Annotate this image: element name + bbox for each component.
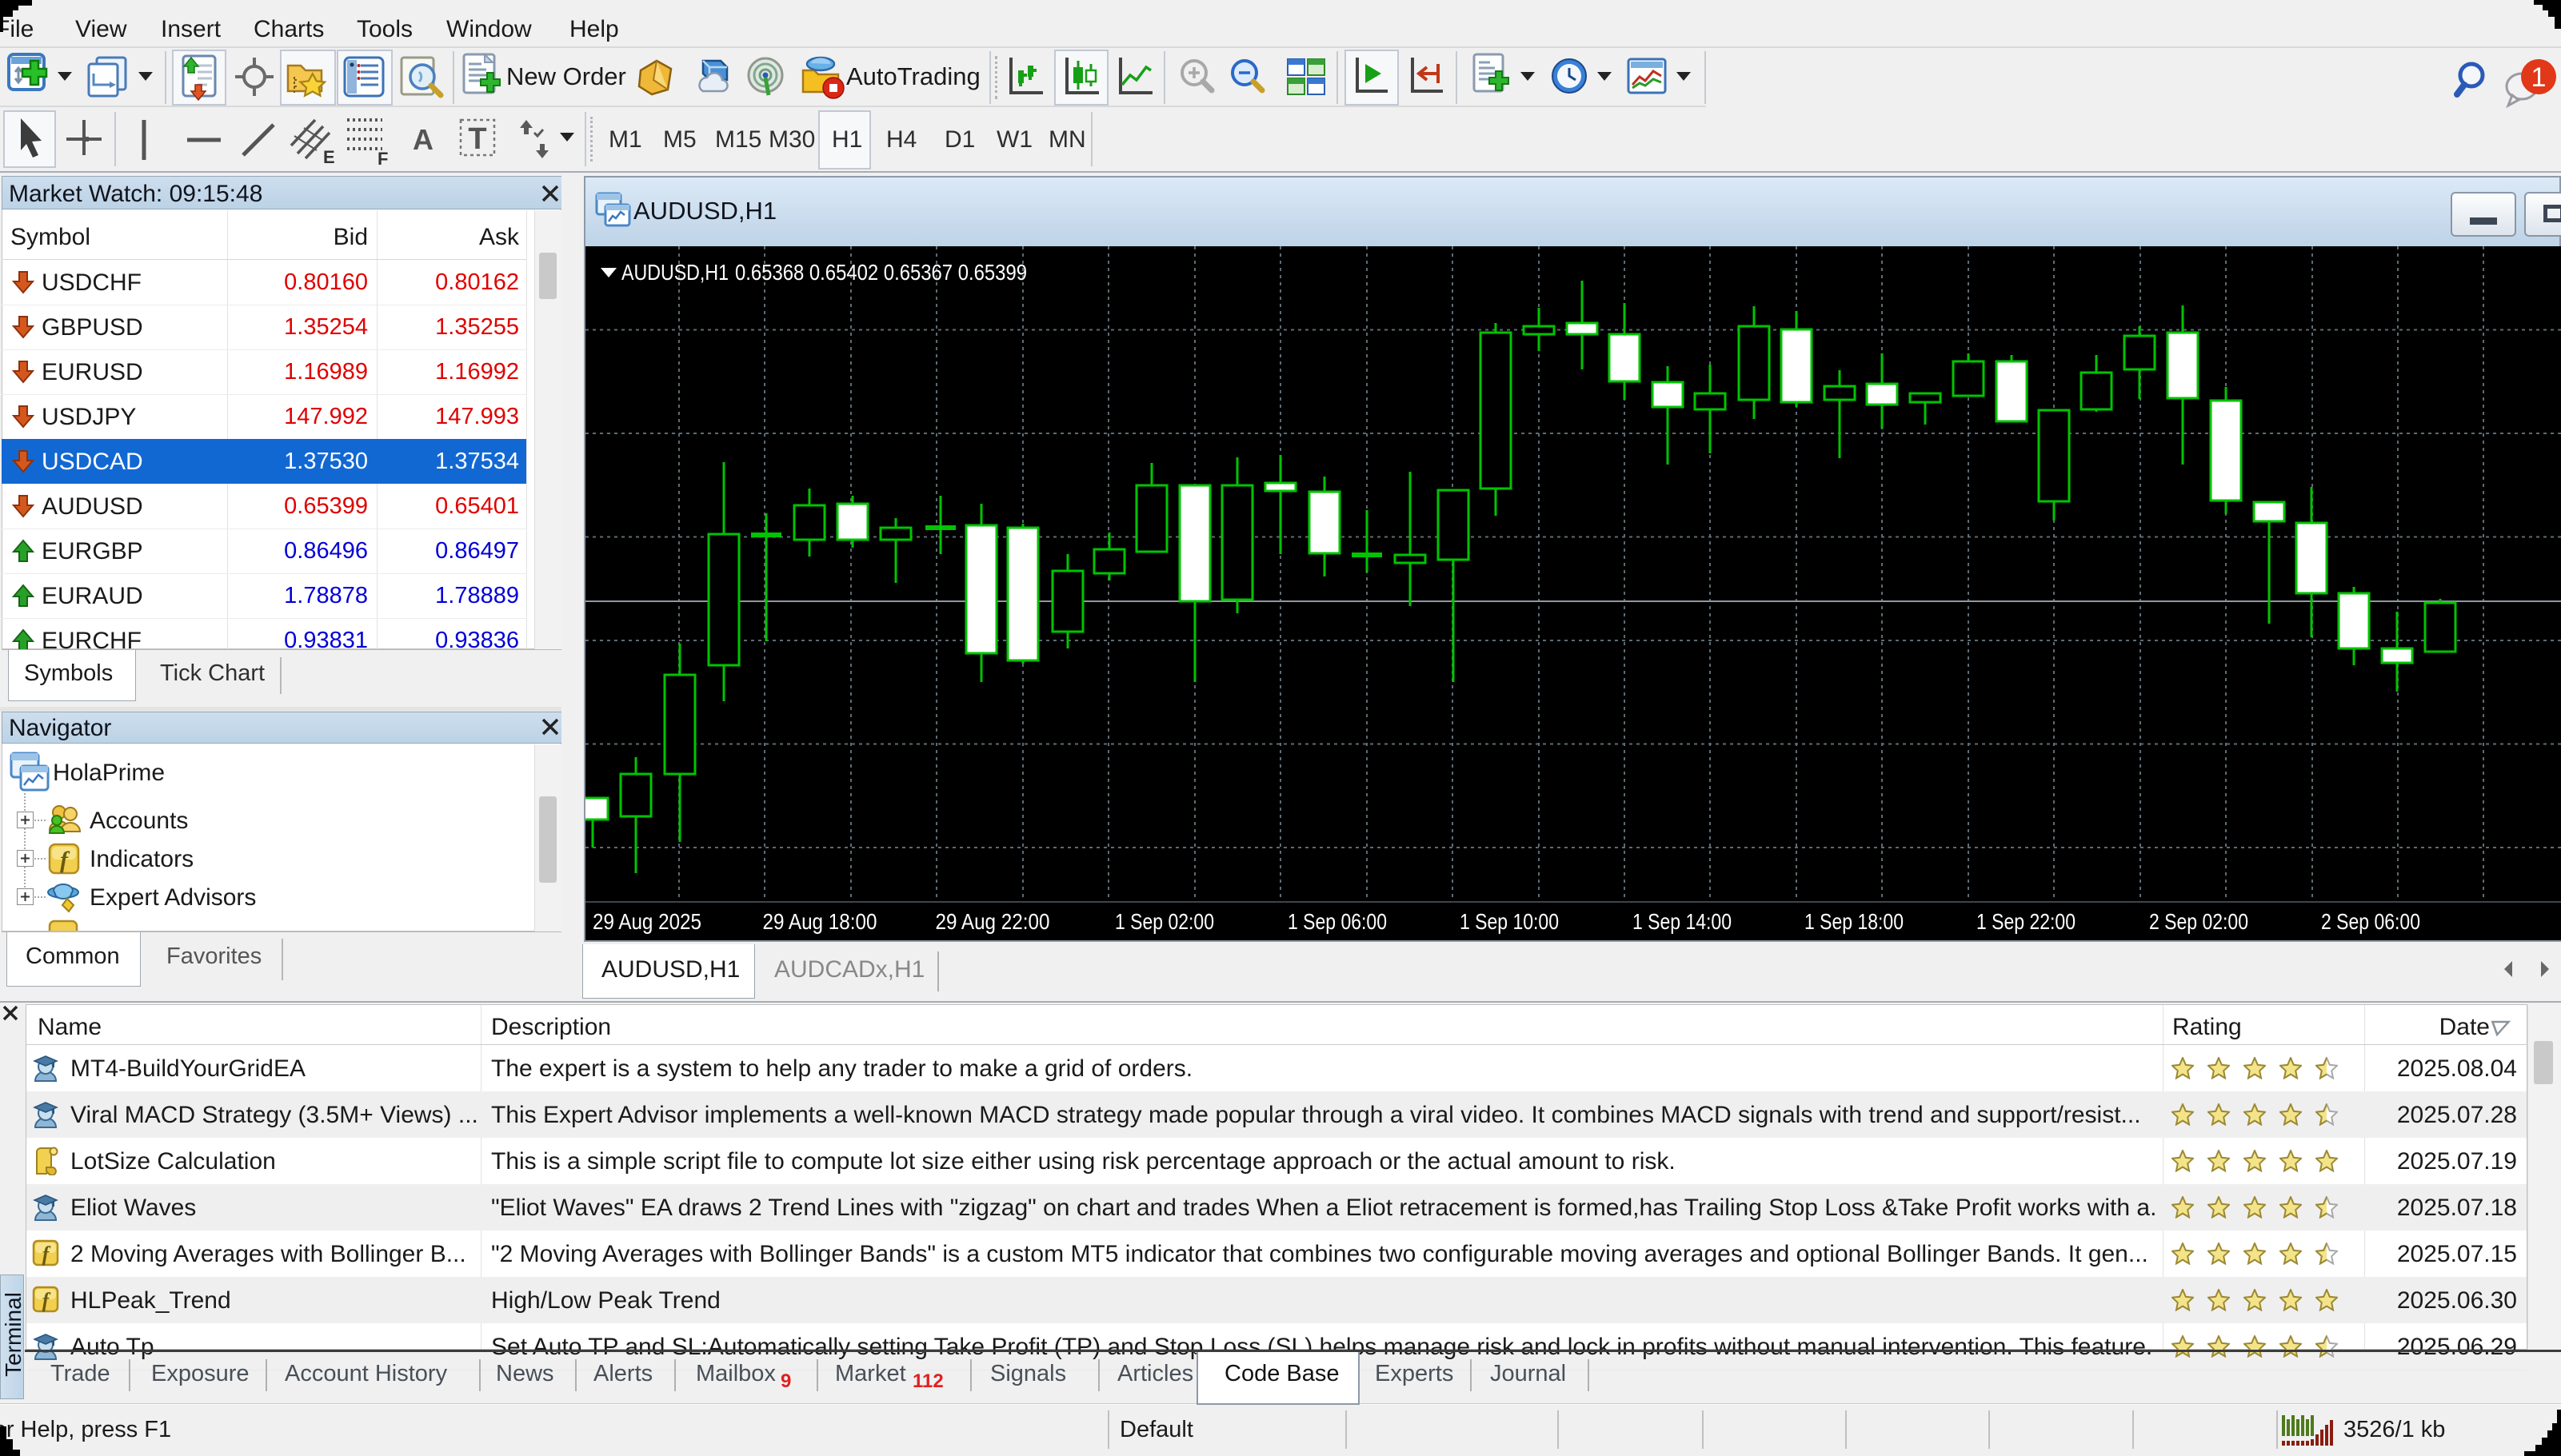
svg-text:1 Sep 10:00: 1 Sep 10:00 <box>1460 909 1559 934</box>
svg-text:2 Sep 02:00: 2 Sep 02:00 <box>2149 909 2248 934</box>
svg-text:1: 1 <box>2531 62 2547 93</box>
svg-text:2 Sep 06:00: 2 Sep 06:00 <box>2321 909 2420 934</box>
svg-text:AUDUSD,H1: AUDUSD,H1 <box>621 260 729 285</box>
svg-text:29 Aug 18:00: 29 Aug 18:00 <box>763 909 877 934</box>
svg-text:29 Aug 2025: 29 Aug 2025 <box>593 909 701 934</box>
svg-text:F: F <box>378 149 388 166</box>
svg-text:1 Sep 06:00: 1 Sep 06:00 <box>1288 909 1387 934</box>
svg-text:1 Sep 22:00: 1 Sep 22:00 <box>1976 909 2076 934</box>
svg-text:1 Sep 02:00: 1 Sep 02:00 <box>1115 909 1214 934</box>
svg-text:29 Aug 22:00: 29 Aug 22:00 <box>936 909 1050 934</box>
svg-text:1 Sep 14:00: 1 Sep 14:00 <box>1632 909 1732 934</box>
svg-text:1 Sep 18:00: 1 Sep 18:00 <box>1804 909 1904 934</box>
svg-text:0.65368 0.65402 0.65367 0.6539: 0.65368 0.65402 0.65367 0.65399 <box>735 260 1027 285</box>
svg-text:T: T <box>468 122 486 156</box>
svg-text:E: E <box>323 147 334 166</box>
